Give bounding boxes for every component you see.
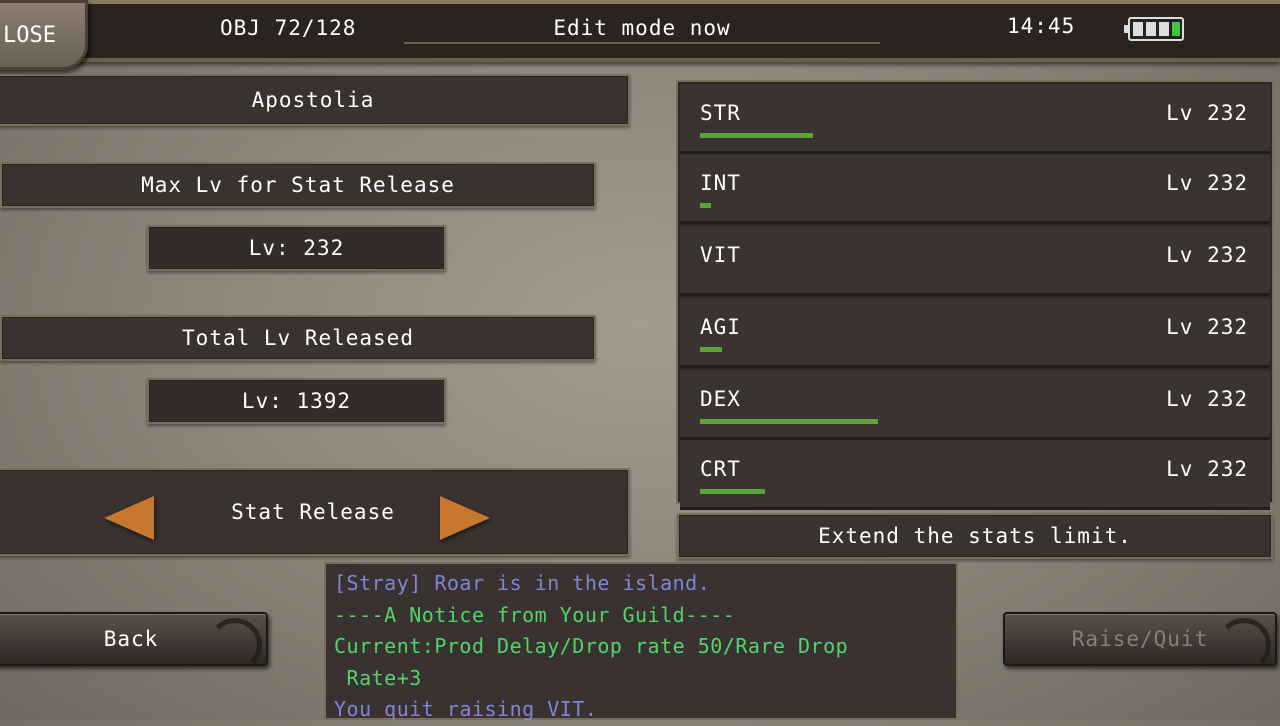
stat-progress-bar xyxy=(700,419,878,424)
back-button[interactable]: Back xyxy=(0,612,268,672)
total-title: Total Lv Released xyxy=(182,326,414,350)
mode-indicator: Edit mode now xyxy=(404,16,880,44)
stat-level: Lv 232 xyxy=(1166,243,1248,267)
close-button[interactable]: LOSE xyxy=(0,0,88,70)
max-lv-title-panel: Max Lv for Stat Release xyxy=(0,162,596,208)
stat-release-selector: Stat Release xyxy=(0,468,630,556)
stat-name: DEX xyxy=(700,387,741,411)
battery-cell xyxy=(1133,22,1143,36)
stat-level: Lv 232 xyxy=(1166,171,1248,195)
battery-cell xyxy=(1159,22,1169,36)
description-panel: Extend the stats limit. xyxy=(677,513,1273,559)
stat-name: INT xyxy=(700,171,741,195)
raise-quit-button[interactable]: Raise/Quit xyxy=(1003,612,1277,672)
stat-row-dex[interactable]: DEX Lv 232 xyxy=(680,370,1270,440)
stat-name: CRT xyxy=(700,457,741,481)
clock: 14:45 xyxy=(1007,14,1076,38)
stat-progress-bar xyxy=(700,133,813,138)
battery-cell xyxy=(1172,22,1180,36)
selector-label: Stat Release xyxy=(231,500,395,524)
total-value-panel: Lv: 1392 xyxy=(147,378,446,424)
max-lv-title: Max Lv for Stat Release xyxy=(141,173,455,197)
swirl-ornament-icon xyxy=(1217,618,1271,672)
chat-line: [Stray] Roar is in the island. xyxy=(334,571,711,595)
arrow-right-icon[interactable] xyxy=(440,496,490,540)
stat-level: Lv 232 xyxy=(1166,101,1248,125)
total-value: Lv: 1392 xyxy=(241,389,352,413)
raise-quit-label: Raise/Quit xyxy=(1071,627,1209,651)
battery-icon xyxy=(1124,17,1184,41)
chat-line: Current:Prod Delay/Drop rate 50/Rare Dro… xyxy=(334,634,849,658)
stat-progress-bar xyxy=(700,489,765,494)
max-lv-value-panel: Lv: 232 xyxy=(147,225,446,271)
stat-row-agi[interactable]: AGI Lv 232 xyxy=(680,298,1270,368)
arrow-left-icon[interactable] xyxy=(104,496,154,540)
stat-progress-bar xyxy=(700,203,711,208)
chat-line: ----A Notice from Your Guild---- xyxy=(334,602,736,627)
back-label: Back xyxy=(103,627,159,651)
swirl-ornament-icon xyxy=(208,618,262,672)
character-name: Apostolia xyxy=(251,88,375,112)
stat-row-vit[interactable]: VIT Lv 232 xyxy=(680,226,1270,296)
close-label: LOSE xyxy=(3,23,56,48)
total-title-panel: Total Lv Released xyxy=(0,315,596,361)
chat-line: You quit raising VIT. xyxy=(334,697,598,721)
stat-level: Lv 232 xyxy=(1166,315,1248,339)
object-counter: OBJ 72/128 xyxy=(220,16,357,40)
max-lv-value: Lv: 232 xyxy=(248,236,345,260)
stat-progress-bar xyxy=(700,347,722,352)
stat-row-str[interactable]: STR Lv 232 xyxy=(680,84,1270,154)
stat-row-crt[interactable]: CRT Lv 232 xyxy=(680,440,1270,510)
stat-level: Lv 232 xyxy=(1166,387,1248,411)
stat-name: AGI xyxy=(700,315,741,339)
stat-row-int[interactable]: INT Lv 232 xyxy=(680,154,1270,224)
battery-cell xyxy=(1146,22,1156,36)
stat-level: Lv 232 xyxy=(1166,457,1248,481)
character-name-panel: Apostolia xyxy=(0,74,630,126)
chat-line: Rate+3 xyxy=(334,665,422,690)
stat-name: VIT xyxy=(700,243,741,267)
stat-name: STR xyxy=(700,101,741,125)
stat-list: STR Lv 232 INT Lv 232 VIT Lv 232 AGI Lv 232 DEX L… xyxy=(676,80,1274,510)
description-text: Extend the stats limit. xyxy=(818,524,1132,548)
chat-log: [Stray] Roar is in the island. ----A Noti… xyxy=(324,562,958,721)
